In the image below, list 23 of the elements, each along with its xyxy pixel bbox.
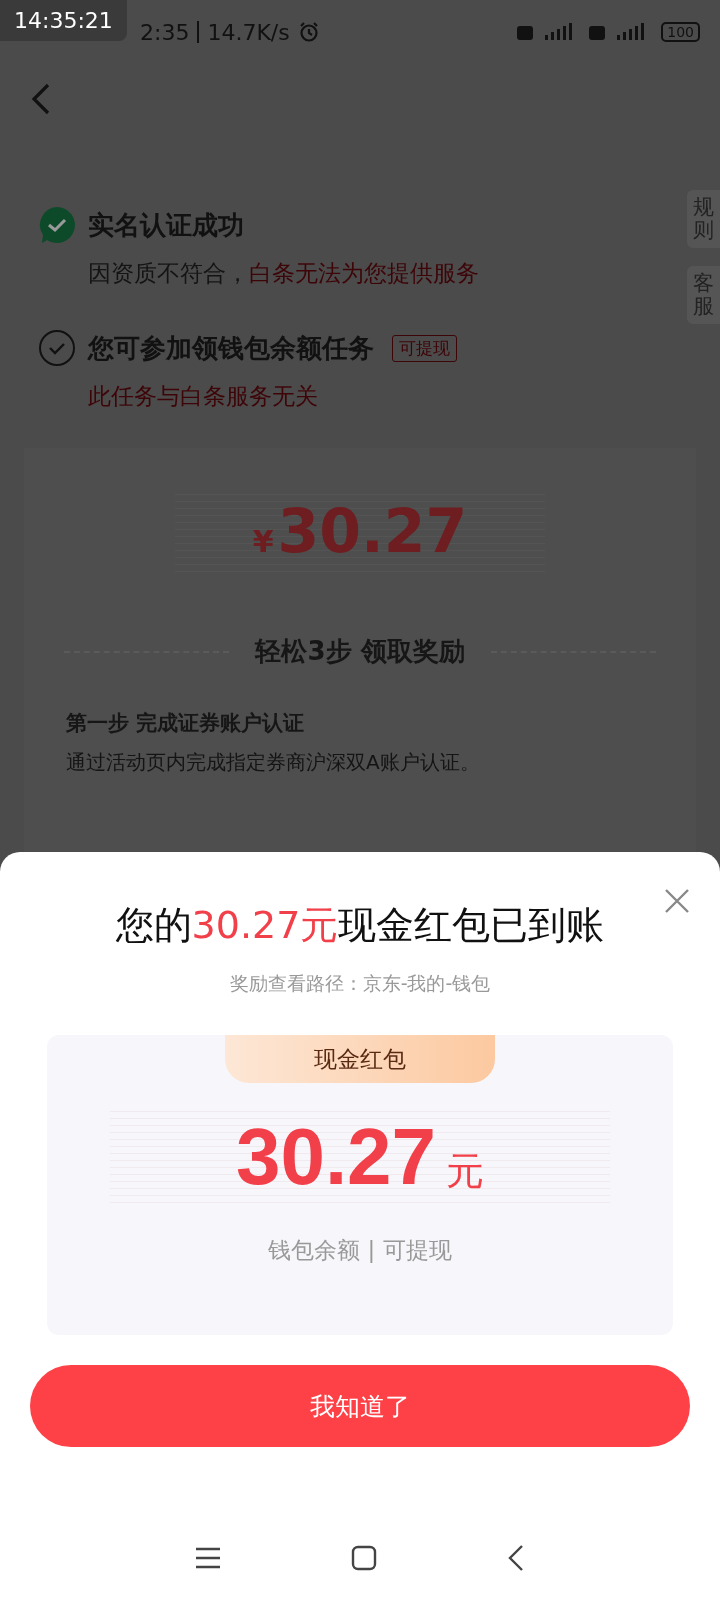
step-description: 通过活动页内完成指定券商沪深双A账户认证。 <box>65 749 481 776</box>
steps-heading: 轻松3步 领取奖励 <box>255 635 465 668</box>
balance-note: 钱包余额 | 可提现 <box>268 1236 452 1265</box>
close-icon[interactable] <box>664 888 690 914</box>
withdraw-tag: 可提现 <box>392 334 457 362</box>
item-title: 实名认证成功 <box>88 208 244 242</box>
menu-icon[interactable] <box>195 1547 221 1569</box>
battery-level: 100 <box>661 22 700 42</box>
reward-ribbon: 现金红包 <box>225 1035 495 1083</box>
item-note: 此任务与白条服务无关 <box>88 382 319 411</box>
back-icon[interactable] <box>507 1544 525 1572</box>
clock-overlay: 14:35:21 <box>0 0 127 41</box>
step-title: 第一步 完成证券账户认证 <box>65 710 306 737</box>
status-time: 2:35 <box>140 19 190 45</box>
alarm-icon <box>297 21 320 43</box>
confirm-button[interactable]: 我知道了 <box>30 1365 690 1447</box>
dialog-subtitle: 奖励查看路径：京东-我的-钱包 <box>229 971 491 996</box>
reward-amount: 30.27 <box>235 1111 437 1203</box>
dialog-title: 您的30.27元现金红包已到账 <box>115 902 605 949</box>
network-speed: 14.7K/s <box>207 19 290 45</box>
home-icon[interactable] <box>351 1545 377 1571</box>
item-title: 您可参加领钱包余额任务 <box>88 331 374 365</box>
currency-unit: 元 <box>446 1148 485 1195</box>
